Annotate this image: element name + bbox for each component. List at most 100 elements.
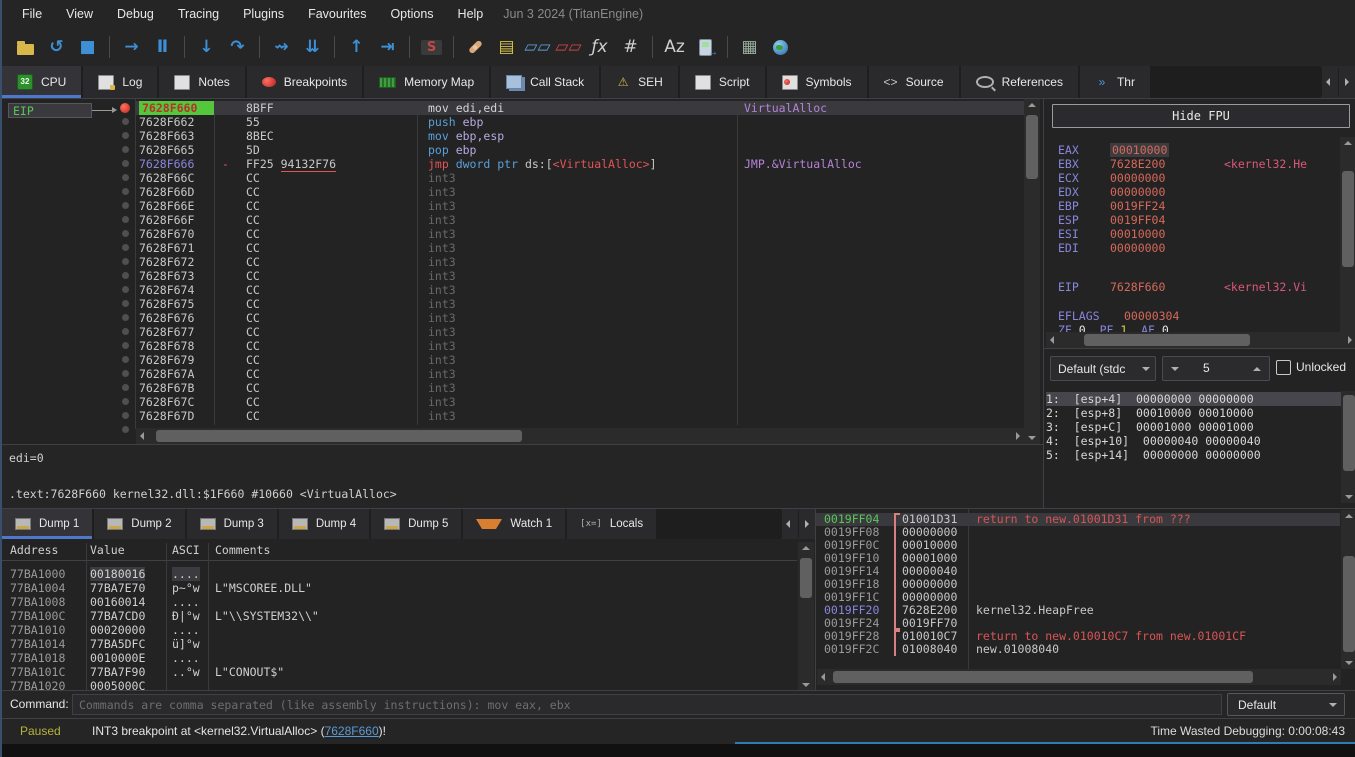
- disasm-row[interactable]: 7628F6655Dpop ebp: [136, 143, 1024, 157]
- run-to-user-code-icon[interactable]: ⇥: [372, 32, 403, 62]
- disasm-row[interactable]: 7628F66FCCint3: [136, 213, 1024, 227]
- disasm-row[interactable]: 7628F67DCCint3: [136, 409, 1024, 423]
- stack-row[interactable]: 0019FF0C00010000: [816, 539, 1340, 552]
- calling-convention-select[interactable]: Default (stdc: [1050, 356, 1156, 381]
- menu-item-file[interactable]: File: [10, 7, 54, 21]
- disasm-horizontal-scrollbar[interactable]: [136, 428, 1024, 444]
- scroll-up-icon[interactable]: [1028, 103, 1036, 107]
- scroll-right-icon[interactable]: [1016, 432, 1020, 440]
- disasm-row[interactable]: 7628F673CCint3: [136, 269, 1024, 283]
- disasm-row[interactable]: 7628F66DCCint3: [136, 185, 1024, 199]
- stack-horizontal-scrollbar[interactable]: [817, 669, 1341, 685]
- spinner-down-icon[interactable]: [1171, 367, 1179, 375]
- disasm-row[interactable]: 7628F675CCint3: [136, 297, 1024, 311]
- breakpoint-dot[interactable]: [122, 202, 129, 209]
- scrollbar-thumb[interactable]: [1084, 334, 1250, 346]
- scrollbar-thumb[interactable]: [1026, 115, 1038, 179]
- scroll-down-icon[interactable]: [1345, 661, 1353, 665]
- scrollbar-thumb[interactable]: [1343, 395, 1355, 471]
- register-row[interactable]: EFLAGS00000304: [1044, 309, 1340, 323]
- function-icon[interactable]: ƒx: [584, 32, 615, 62]
- stop-icon[interactable]: ■: [72, 32, 103, 62]
- disasm-vertical-scrollbar[interactable]: [1024, 99, 1040, 444]
- menu-item-tracing[interactable]: Tracing: [166, 7, 231, 21]
- scroll-left-icon[interactable]: [140, 432, 144, 440]
- breakpoint-dot[interactable]: [122, 384, 129, 391]
- breakpoint-dot[interactable]: [122, 426, 129, 433]
- dump-row[interactable]: 77BA101C77BA7F90..°wL"CONOUT$": [2, 665, 797, 679]
- disasm-row[interactable]: 7628F671CCint3: [136, 241, 1024, 255]
- disasm-row[interactable]: 7628F672CCint3: [136, 255, 1024, 269]
- disasm-row[interactable]: 7628F66255push ebp: [136, 115, 1024, 129]
- breakpoint-dot[interactable]: [122, 174, 129, 181]
- dump-row[interactable]: 77BA100C77BA7CD0Ð|°wL"\\SYSTEM32\\": [2, 609, 797, 623]
- tab-memory-map[interactable]: Memory Map: [364, 66, 491, 98]
- scroll-right-icon[interactable]: [1348, 336, 1352, 344]
- scroll-right-icon[interactable]: [1333, 673, 1337, 681]
- run-icon[interactable]: →: [116, 32, 147, 62]
- disasm-row[interactable]: 7628F670CCint3: [136, 227, 1024, 241]
- breakpoint-dot[interactable]: [122, 342, 129, 349]
- tab-call-stack[interactable]: Call Stack: [491, 66, 601, 98]
- breakpoint-address-link[interactable]: 7628F660: [325, 724, 379, 738]
- breakpoint-dot[interactable]: [122, 398, 129, 405]
- tab-references[interactable]: References: [961, 66, 1080, 98]
- stack-row[interactable]: 0019FF0401001D31return to new.01001D31 f…: [816, 513, 1340, 526]
- tab-script[interactable]: Script: [680, 66, 767, 98]
- menu-item-view[interactable]: View: [54, 7, 105, 21]
- stack-row[interactable]: 0019FF1000001000: [816, 552, 1340, 565]
- disasm-row[interactable]: 7628F67ACCint3: [136, 367, 1024, 381]
- argument-row[interactable]: 2: [esp+8] 00010000 00010000: [1046, 406, 1344, 420]
- unlocked-checkbox[interactable]: [1276, 360, 1291, 375]
- comment-icon[interactable]: ▤: [491, 32, 522, 62]
- label-icon[interactable]: ▱▱: [522, 32, 553, 62]
- breakpoint-dot[interactable]: [122, 160, 129, 167]
- breakpoint-dot[interactable]: [122, 118, 129, 125]
- calculator-icon[interactable]: ▦: [734, 32, 765, 62]
- arguments-vertical-scrollbar[interactable]: [1341, 391, 1355, 503]
- breakpoint-dot[interactable]: [122, 412, 129, 419]
- assemble-icon[interactable]: Az: [659, 32, 690, 62]
- breakpoint-dot[interactable]: [122, 188, 129, 195]
- disasm-row[interactable]: 7628F674CCint3: [136, 283, 1024, 297]
- stack-row[interactable]: 0019FF1800000000: [816, 578, 1340, 591]
- tab-breakpoints[interactable]: Breakpoints: [247, 66, 364, 98]
- scrollbar-thumb[interactable]: [833, 671, 1253, 683]
- step-over-icon[interactable]: ↷: [222, 32, 253, 62]
- menu-item-favourites[interactable]: Favourites: [296, 7, 378, 21]
- register-row[interactable]: ESP0019FF04: [1044, 213, 1340, 227]
- registers-vertical-scrollbar[interactable]: [1340, 137, 1355, 353]
- menu-item-help[interactable]: Help: [446, 7, 496, 21]
- scrollbar-thumb[interactable]: [1342, 171, 1354, 267]
- spinner-up-icon[interactable]: [1253, 363, 1261, 371]
- patch-icon[interactable]: [460, 32, 491, 62]
- breakpoint-dot[interactable]: [120, 103, 130, 113]
- argument-count-spinner[interactable]: 5: [1162, 356, 1270, 381]
- profile-select[interactable]: Default: [1227, 693, 1345, 716]
- stack-row[interactable]: 0019FF0800000000: [816, 526, 1340, 539]
- argument-row[interactable]: 3: [esp+C] 00001000 00001000: [1046, 420, 1344, 434]
- breakpoint-dot[interactable]: [122, 356, 129, 363]
- tab-notes[interactable]: Notes: [159, 66, 246, 98]
- register-row[interactable]: EIP7628F660<kernel32.Vi: [1044, 280, 1340, 294]
- breakpoint-dot[interactable]: [122, 370, 129, 377]
- dump-row[interactable]: 77BA10200005000C: [2, 679, 797, 690]
- breakpoint-dot[interactable]: [122, 258, 129, 265]
- dump-tab-scroll-right-icon[interactable]: [798, 510, 815, 538]
- argument-row[interactable]: 1: [esp+4] 00000000 00000000: [1046, 392, 1344, 406]
- disasm-row[interactable]: 7628F6638BECmov ebp,esp: [136, 129, 1024, 143]
- breakpoint-dot[interactable]: [122, 216, 129, 223]
- disasm-row[interactable]: 7628F676CCint3: [136, 311, 1024, 325]
- dump-row[interactable]: 77BA100000180016....: [2, 567, 797, 581]
- argument-row[interactable]: 4: [esp+10] 00000040 00000040: [1046, 434, 1344, 448]
- tab-log[interactable]: Log: [83, 66, 159, 98]
- dump-row[interactable]: 77BA101000020000....: [2, 623, 797, 637]
- disasm-row[interactable]: 7628F679CCint3: [136, 353, 1024, 367]
- open-file-icon[interactable]: [10, 32, 41, 62]
- register-row[interactable]: EDX00000000: [1044, 185, 1340, 199]
- register-row[interactable]: EAX00010000: [1044, 143, 1340, 157]
- dump-row[interactable]: 77BA100800160014....: [2, 595, 797, 609]
- hide-fpu-button[interactable]: Hide FPU: [1052, 104, 1350, 128]
- stack-row[interactable]: 0019FF2C01008040new.01008040: [816, 643, 1340, 656]
- scroll-up-icon[interactable]: [802, 546, 810, 550]
